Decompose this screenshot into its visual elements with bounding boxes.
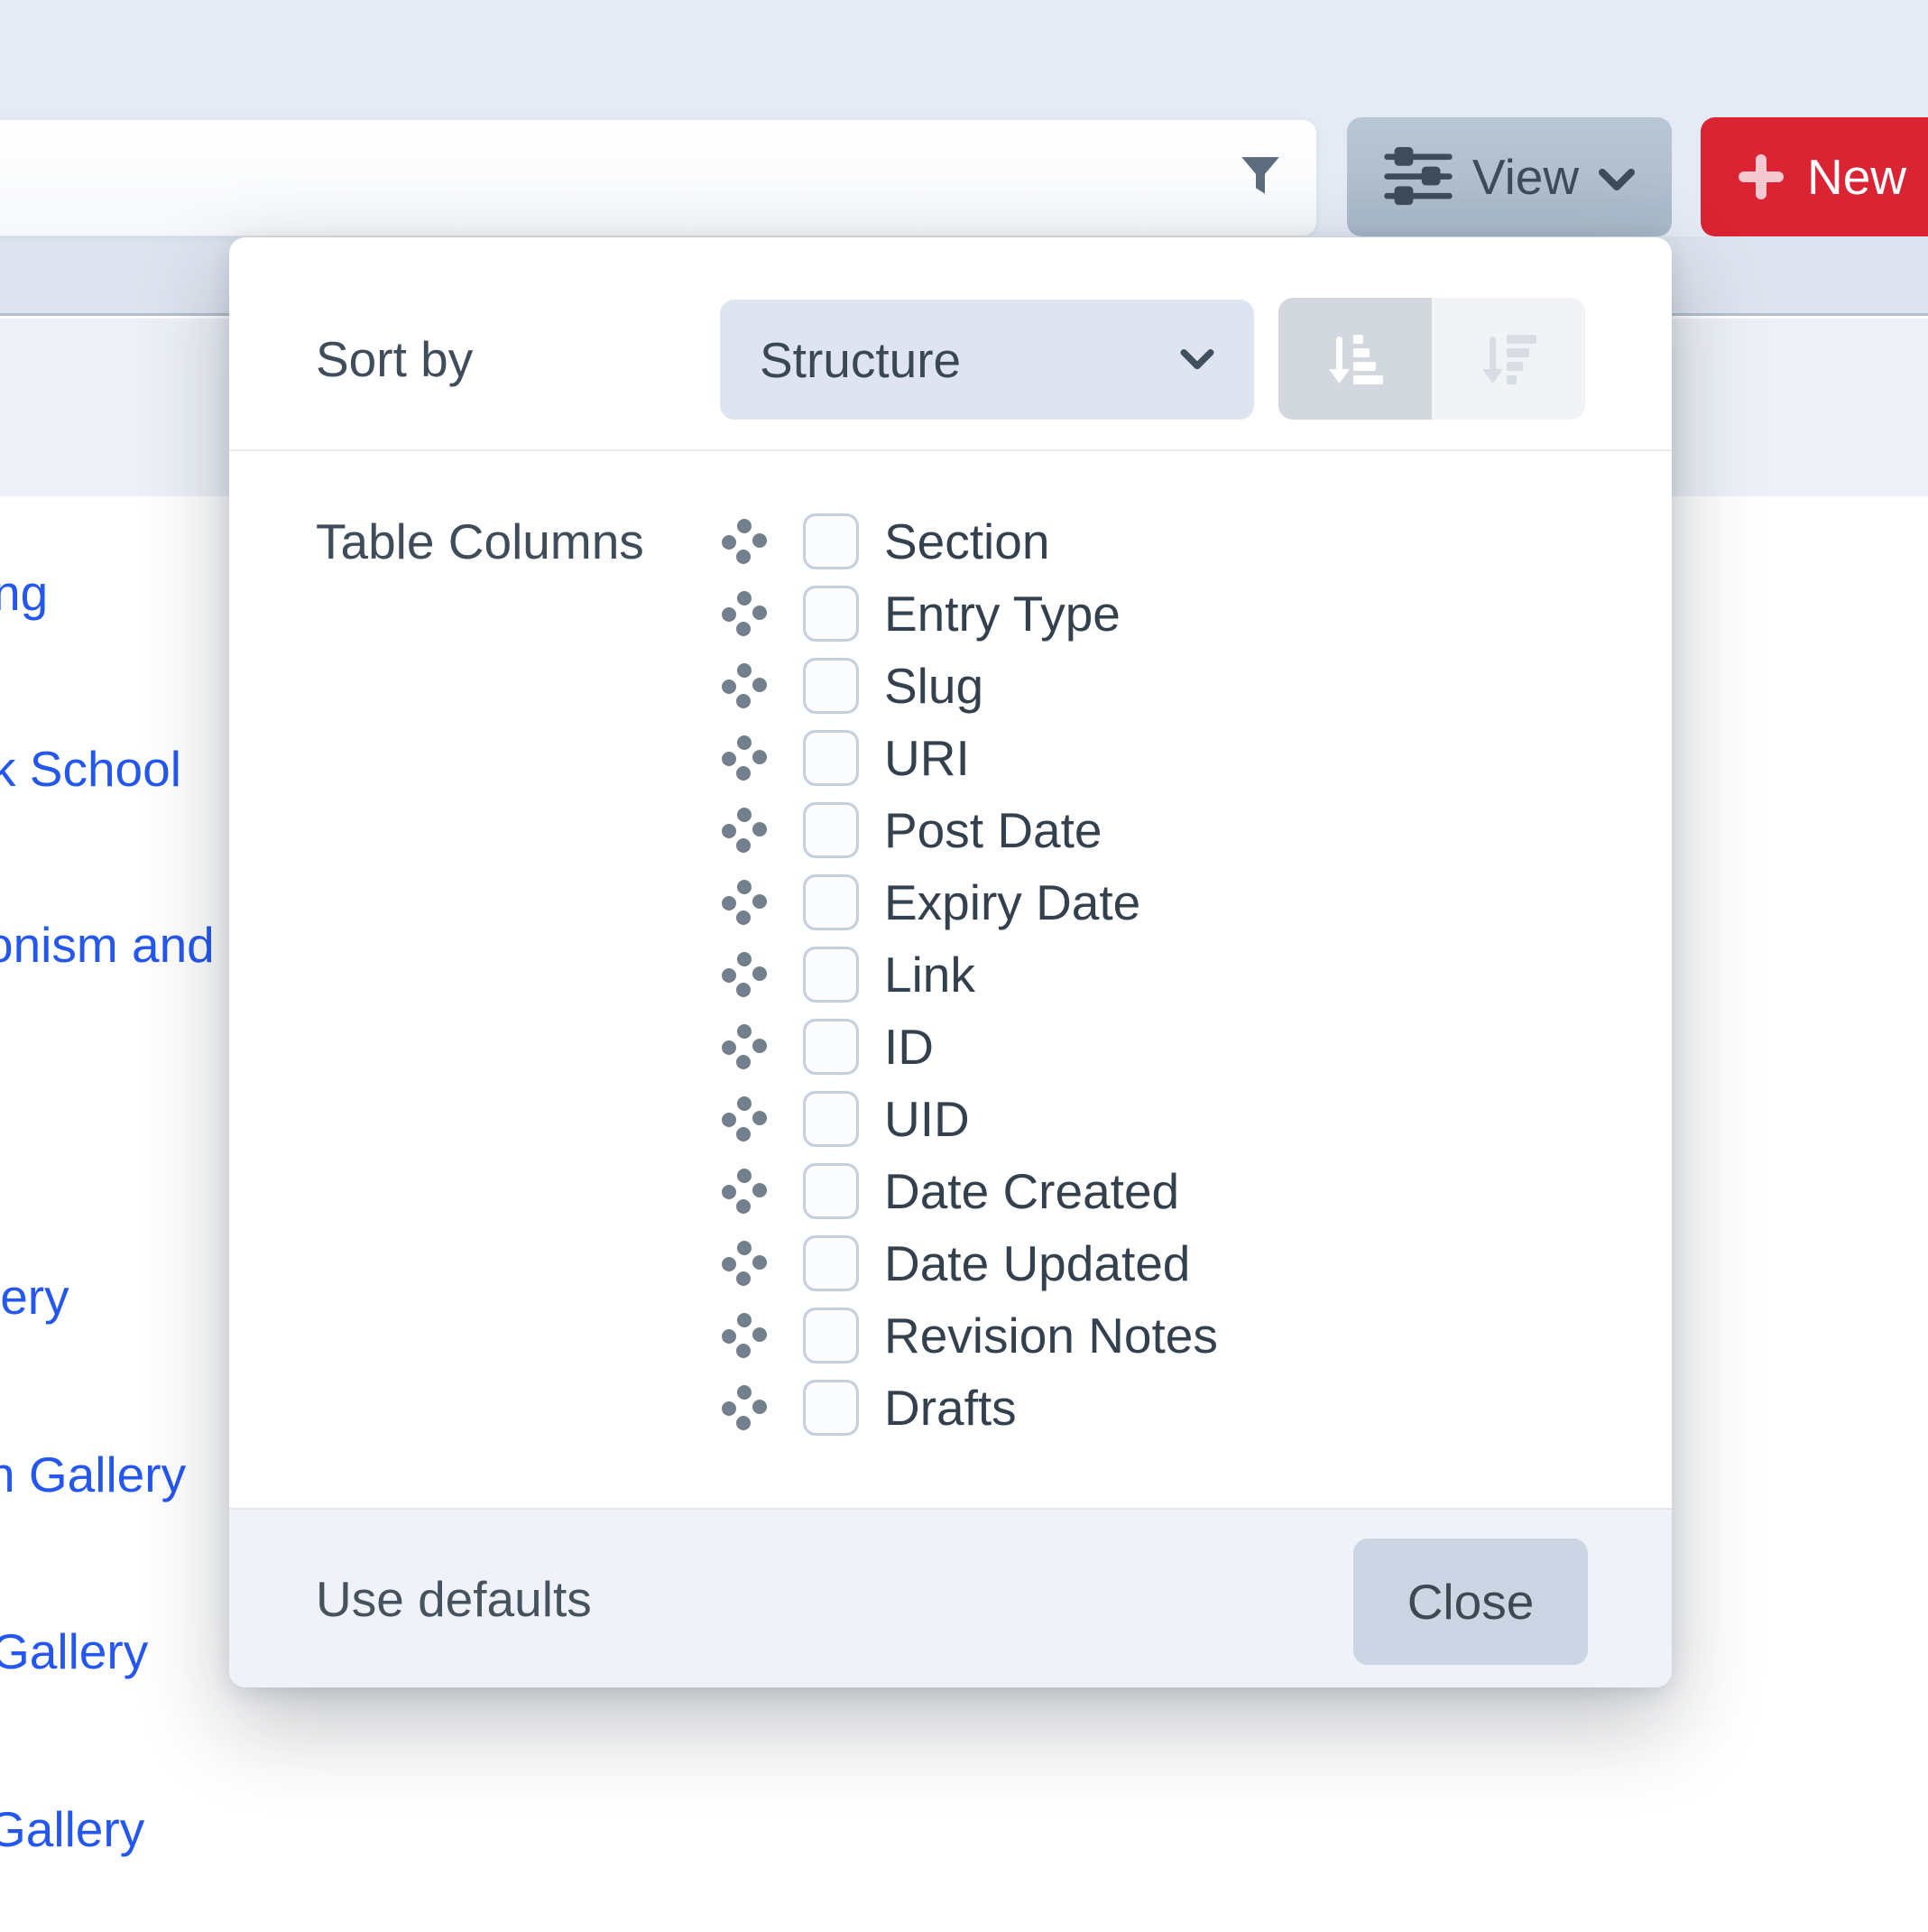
- column-checkbox[interactable]: [803, 1308, 859, 1363]
- filter-funnel-icon[interactable]: [1238, 153, 1283, 202]
- sort-ascending-icon: [1326, 333, 1384, 385]
- column-option-row: Section: [722, 505, 1218, 578]
- chevron-down-icon: [1180, 349, 1214, 371]
- column-checkbox[interactable]: [803, 802, 859, 858]
- column-option-row: Entry Type: [722, 578, 1218, 650]
- column-label: ID: [884, 1018, 934, 1076]
- chevron-down-icon: [1599, 169, 1635, 192]
- column-checkbox[interactable]: [803, 947, 859, 1003]
- column-label: Date Updated: [884, 1234, 1190, 1292]
- column-label: Drafts: [884, 1379, 1017, 1437]
- column-checkbox[interactable]: [803, 513, 859, 569]
- entries-index-page: ng k School onism and lery n Gallery Gal…: [0, 0, 1928, 1932]
- use-defaults-link[interactable]: Use defaults: [316, 1571, 592, 1627]
- drag-handle-icon[interactable]: [722, 952, 767, 997]
- drag-handle-icon[interactable]: [722, 808, 767, 853]
- search-input[interactable]: [0, 119, 1317, 236]
- column-label: Post Date: [884, 801, 1102, 859]
- column-checkbox[interactable]: [803, 1235, 859, 1291]
- entry-link[interactable]: Gallery: [0, 1623, 148, 1679]
- column-checkbox[interactable]: [803, 1380, 859, 1436]
- entry-link[interactable]: onism and: [0, 917, 215, 973]
- column-label: Revision Notes: [884, 1307, 1218, 1364]
- column-option-row: UID: [722, 1083, 1218, 1155]
- view-button-label: View: [1472, 148, 1579, 206]
- column-checkbox[interactable]: [803, 1019, 859, 1075]
- entry-link[interactable]: n Gallery: [0, 1447, 186, 1502]
- drag-handle-icon[interactable]: [722, 519, 767, 564]
- entry-link[interactable]: lery: [0, 1269, 69, 1325]
- column-option-row: Expiry Date: [722, 866, 1218, 938]
- sort-attribute-value: Structure: [760, 331, 1180, 389]
- drag-handle-icon[interactable]: [722, 735, 767, 781]
- column-checkbox[interactable]: [803, 1091, 859, 1147]
- view-button[interactable]: View: [1347, 117, 1672, 236]
- drag-handle-icon[interactable]: [722, 591, 767, 636]
- column-label: Expiry Date: [884, 874, 1140, 931]
- sort-descending-icon: [1480, 333, 1537, 385]
- plus-icon: [1739, 154, 1784, 199]
- column-checkbox[interactable]: [803, 586, 859, 642]
- column-checkbox[interactable]: [803, 730, 859, 786]
- entry-link[interactable]: ng: [0, 565, 48, 621]
- sort-ascending-button[interactable]: [1278, 298, 1432, 420]
- drag-handle-icon[interactable]: [722, 1385, 767, 1430]
- column-option-row: URI: [722, 722, 1218, 794]
- popup-footer: Use defaults Close: [229, 1508, 1672, 1687]
- drag-handle-icon[interactable]: [722, 1313, 767, 1358]
- column-option-row: Revision Notes: [722, 1299, 1218, 1372]
- sort-descending-button[interactable]: [1432, 298, 1585, 420]
- table-columns-label: Table Columns: [316, 513, 644, 569]
- column-label: UID: [884, 1090, 970, 1148]
- drag-handle-icon[interactable]: [722, 880, 767, 925]
- column-option-row: Post Date: [722, 794, 1218, 866]
- popup-divider: [229, 449, 1672, 451]
- column-option-row: Drafts: [722, 1372, 1218, 1444]
- column-checkbox[interactable]: [803, 658, 859, 714]
- column-option-row: Date Updated: [722, 1227, 1218, 1299]
- drag-handle-icon[interactable]: [722, 1241, 767, 1286]
- sort-attribute-select[interactable]: Structure: [720, 300, 1254, 420]
- sort-direction-group: [1278, 298, 1585, 420]
- column-option-row: ID: [722, 1011, 1218, 1083]
- entry-link[interactable]: Gallery: [0, 1801, 144, 1857]
- column-checkbox[interactable]: [803, 874, 859, 930]
- drag-handle-icon[interactable]: [722, 663, 767, 708]
- column-option-row: Date Created: [722, 1155, 1218, 1227]
- column-label: Slug: [884, 657, 983, 715]
- column-option-row: Slug: [722, 650, 1218, 722]
- column-label: Link: [884, 946, 975, 1003]
- view-options-popup: Sort by Structure: [229, 237, 1672, 1687]
- column-checkbox[interactable]: [803, 1163, 859, 1219]
- new-button[interactable]: New: [1701, 117, 1928, 236]
- column-label: Entry Type: [884, 585, 1121, 642]
- column-option-row: Link: [722, 938, 1218, 1011]
- table-columns-list: Section Entry Type Slug URI Post Date: [722, 505, 1218, 1444]
- entry-link[interactable]: k School: [0, 741, 181, 797]
- new-button-label: New: [1807, 148, 1906, 206]
- sort-by-label: Sort by: [316, 331, 473, 387]
- close-button[interactable]: Close: [1353, 1539, 1588, 1665]
- drag-handle-icon[interactable]: [722, 1024, 767, 1069]
- column-label: Date Created: [884, 1162, 1179, 1220]
- sliders-icon: [1384, 147, 1453, 207]
- drag-handle-icon[interactable]: [722, 1169, 767, 1214]
- column-label: Section: [884, 513, 1049, 570]
- column-label: URI: [884, 729, 970, 787]
- drag-handle-icon[interactable]: [722, 1096, 767, 1142]
